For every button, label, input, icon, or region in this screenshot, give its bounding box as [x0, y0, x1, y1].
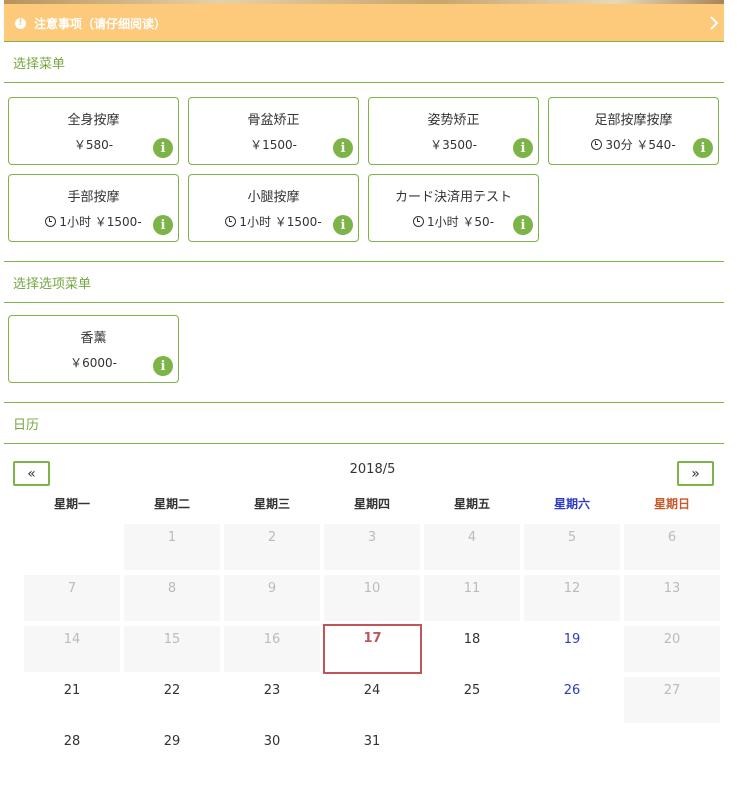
menu-name: 姿势矫正: [427, 113, 480, 128]
menu-price: 1小时 ￥1500-: [59, 215, 142, 229]
menu-name: 手部按摩: [67, 190, 120, 205]
info-icon[interactable]: i: [333, 138, 353, 158]
info-icon[interactable]: i: [513, 215, 533, 235]
menu-price: 1小时 ￥1500-: [239, 215, 322, 229]
calendar-day[interactable]: 25: [424, 677, 520, 723]
option-name: 香薰: [80, 331, 107, 346]
calendar-day-saturday[interactable]: 26: [524, 677, 620, 723]
menu-card-posture-correction[interactable]: 姿势矫正 ￥3500- i: [368, 97, 539, 165]
menu-price: 30分 ￥540-: [605, 138, 676, 152]
next-month-button[interactable]: »: [677, 461, 714, 486]
notice-text: 注意事项（请仔细阅读）: [34, 16, 167, 31]
menu-name: 全身按摩: [67, 113, 120, 128]
calendar-day: 16: [224, 626, 320, 672]
weekday-sun: 星期日: [653, 497, 690, 511]
calendar-day: 3: [324, 524, 420, 570]
clock-icon: [591, 139, 603, 150]
calendar-day[interactable]: 28: [24, 728, 120, 774]
weekday-wed: 星期三: [253, 497, 290, 511]
clock-icon: [412, 216, 424, 227]
calendar-day: 12: [524, 575, 620, 621]
info-icon[interactable]: i: [513, 138, 533, 158]
calendar-day: 10: [324, 575, 420, 621]
menu-card-card-payment-test[interactable]: カード決済用テスト 1小时 ￥50- i: [368, 174, 539, 242]
clock-icon: [225, 216, 237, 227]
calendar-day: 7: [24, 575, 120, 621]
calendar-day: 4: [424, 524, 520, 570]
calendar-day: 20: [624, 626, 720, 672]
calendar-day[interactable]: 22: [124, 677, 220, 723]
menu-name: カード決済用テスト: [394, 190, 512, 205]
menu-name: 小腿按摩: [247, 190, 300, 205]
calendar-day: 6: [624, 524, 720, 570]
weekday-thu: 星期四: [353, 497, 390, 511]
info-icon[interactable]: i: [153, 356, 173, 376]
menu-card-foot-massage[interactable]: 足部按摩按摩 30分 ￥540- i: [548, 97, 719, 165]
calendar-day: 13: [624, 575, 720, 621]
option-card-aroma[interactable]: 香薰 ￥6000- i: [8, 315, 179, 383]
section-title-calendar: 日历: [4, 402, 724, 444]
weekday-tue: 星期二: [153, 497, 190, 511]
weekday-fri: 星期五: [453, 497, 490, 511]
menu-card-pelvis-correction[interactable]: 骨盆矫正 ￥1500- i: [188, 97, 359, 165]
prev-month-button[interactable]: «: [13, 461, 50, 486]
info-icon[interactable]: i: [333, 215, 353, 235]
weekday-sat: 星期六: [553, 497, 590, 511]
menu-name: 足部按摩按摩: [594, 113, 673, 128]
exclamation-circle-icon: !: [15, 17, 26, 29]
clock-icon: [45, 216, 57, 227]
notice-bar[interactable]: ! 注意事项（请仔细阅读）: [4, 4, 724, 42]
calendar-day[interactable]: 18: [424, 626, 520, 672]
info-icon[interactable]: i: [693, 138, 713, 158]
calendar-day: 27: [624, 677, 720, 723]
calendar-day: 5: [524, 524, 620, 570]
menu-card-calf-massage[interactable]: 小腿按摩 1小时 ￥1500- i: [188, 174, 359, 242]
calendar-day: 14: [24, 626, 120, 672]
calendar-day: 8: [124, 575, 220, 621]
calendar-day: 15: [124, 626, 220, 672]
calendar-day: 9: [224, 575, 320, 621]
calendar-day[interactable]: 24: [324, 677, 420, 723]
section-title-menu: 选择菜单: [4, 41, 724, 83]
calendar-day: 2: [224, 524, 320, 570]
menu-card-full-body-massage[interactable]: 全身按摩 ￥580- i: [8, 97, 179, 165]
section-title-options: 选择选项菜单: [4, 261, 724, 303]
calendar-day[interactable]: 21: [24, 677, 120, 723]
info-icon[interactable]: i: [153, 215, 173, 235]
menu-price: 1小时 ￥50-: [426, 215, 495, 229]
calendar-day-today[interactable]: 17: [323, 624, 422, 674]
calendar-day-saturday[interactable]: 19: [524, 626, 620, 672]
calendar-day[interactable]: 29: [124, 728, 220, 774]
calendar-month: 2018/5: [349, 462, 396, 477]
calendar-day: 11: [424, 575, 520, 621]
chevron-right-icon: [710, 16, 719, 30]
calendar-day[interactable]: 23: [224, 677, 320, 723]
info-icon[interactable]: i: [153, 138, 173, 158]
menu-name: 骨盆矫正: [247, 113, 300, 128]
calendar-day[interactable]: 31: [324, 728, 420, 774]
calendar-day[interactable]: 30: [224, 728, 320, 774]
menu-card-hand-massage[interactable]: 手部按摩 1小时 ￥1500- i: [8, 174, 179, 242]
weekday-mon: 星期一: [53, 497, 90, 511]
calendar-day: 1: [124, 524, 220, 570]
